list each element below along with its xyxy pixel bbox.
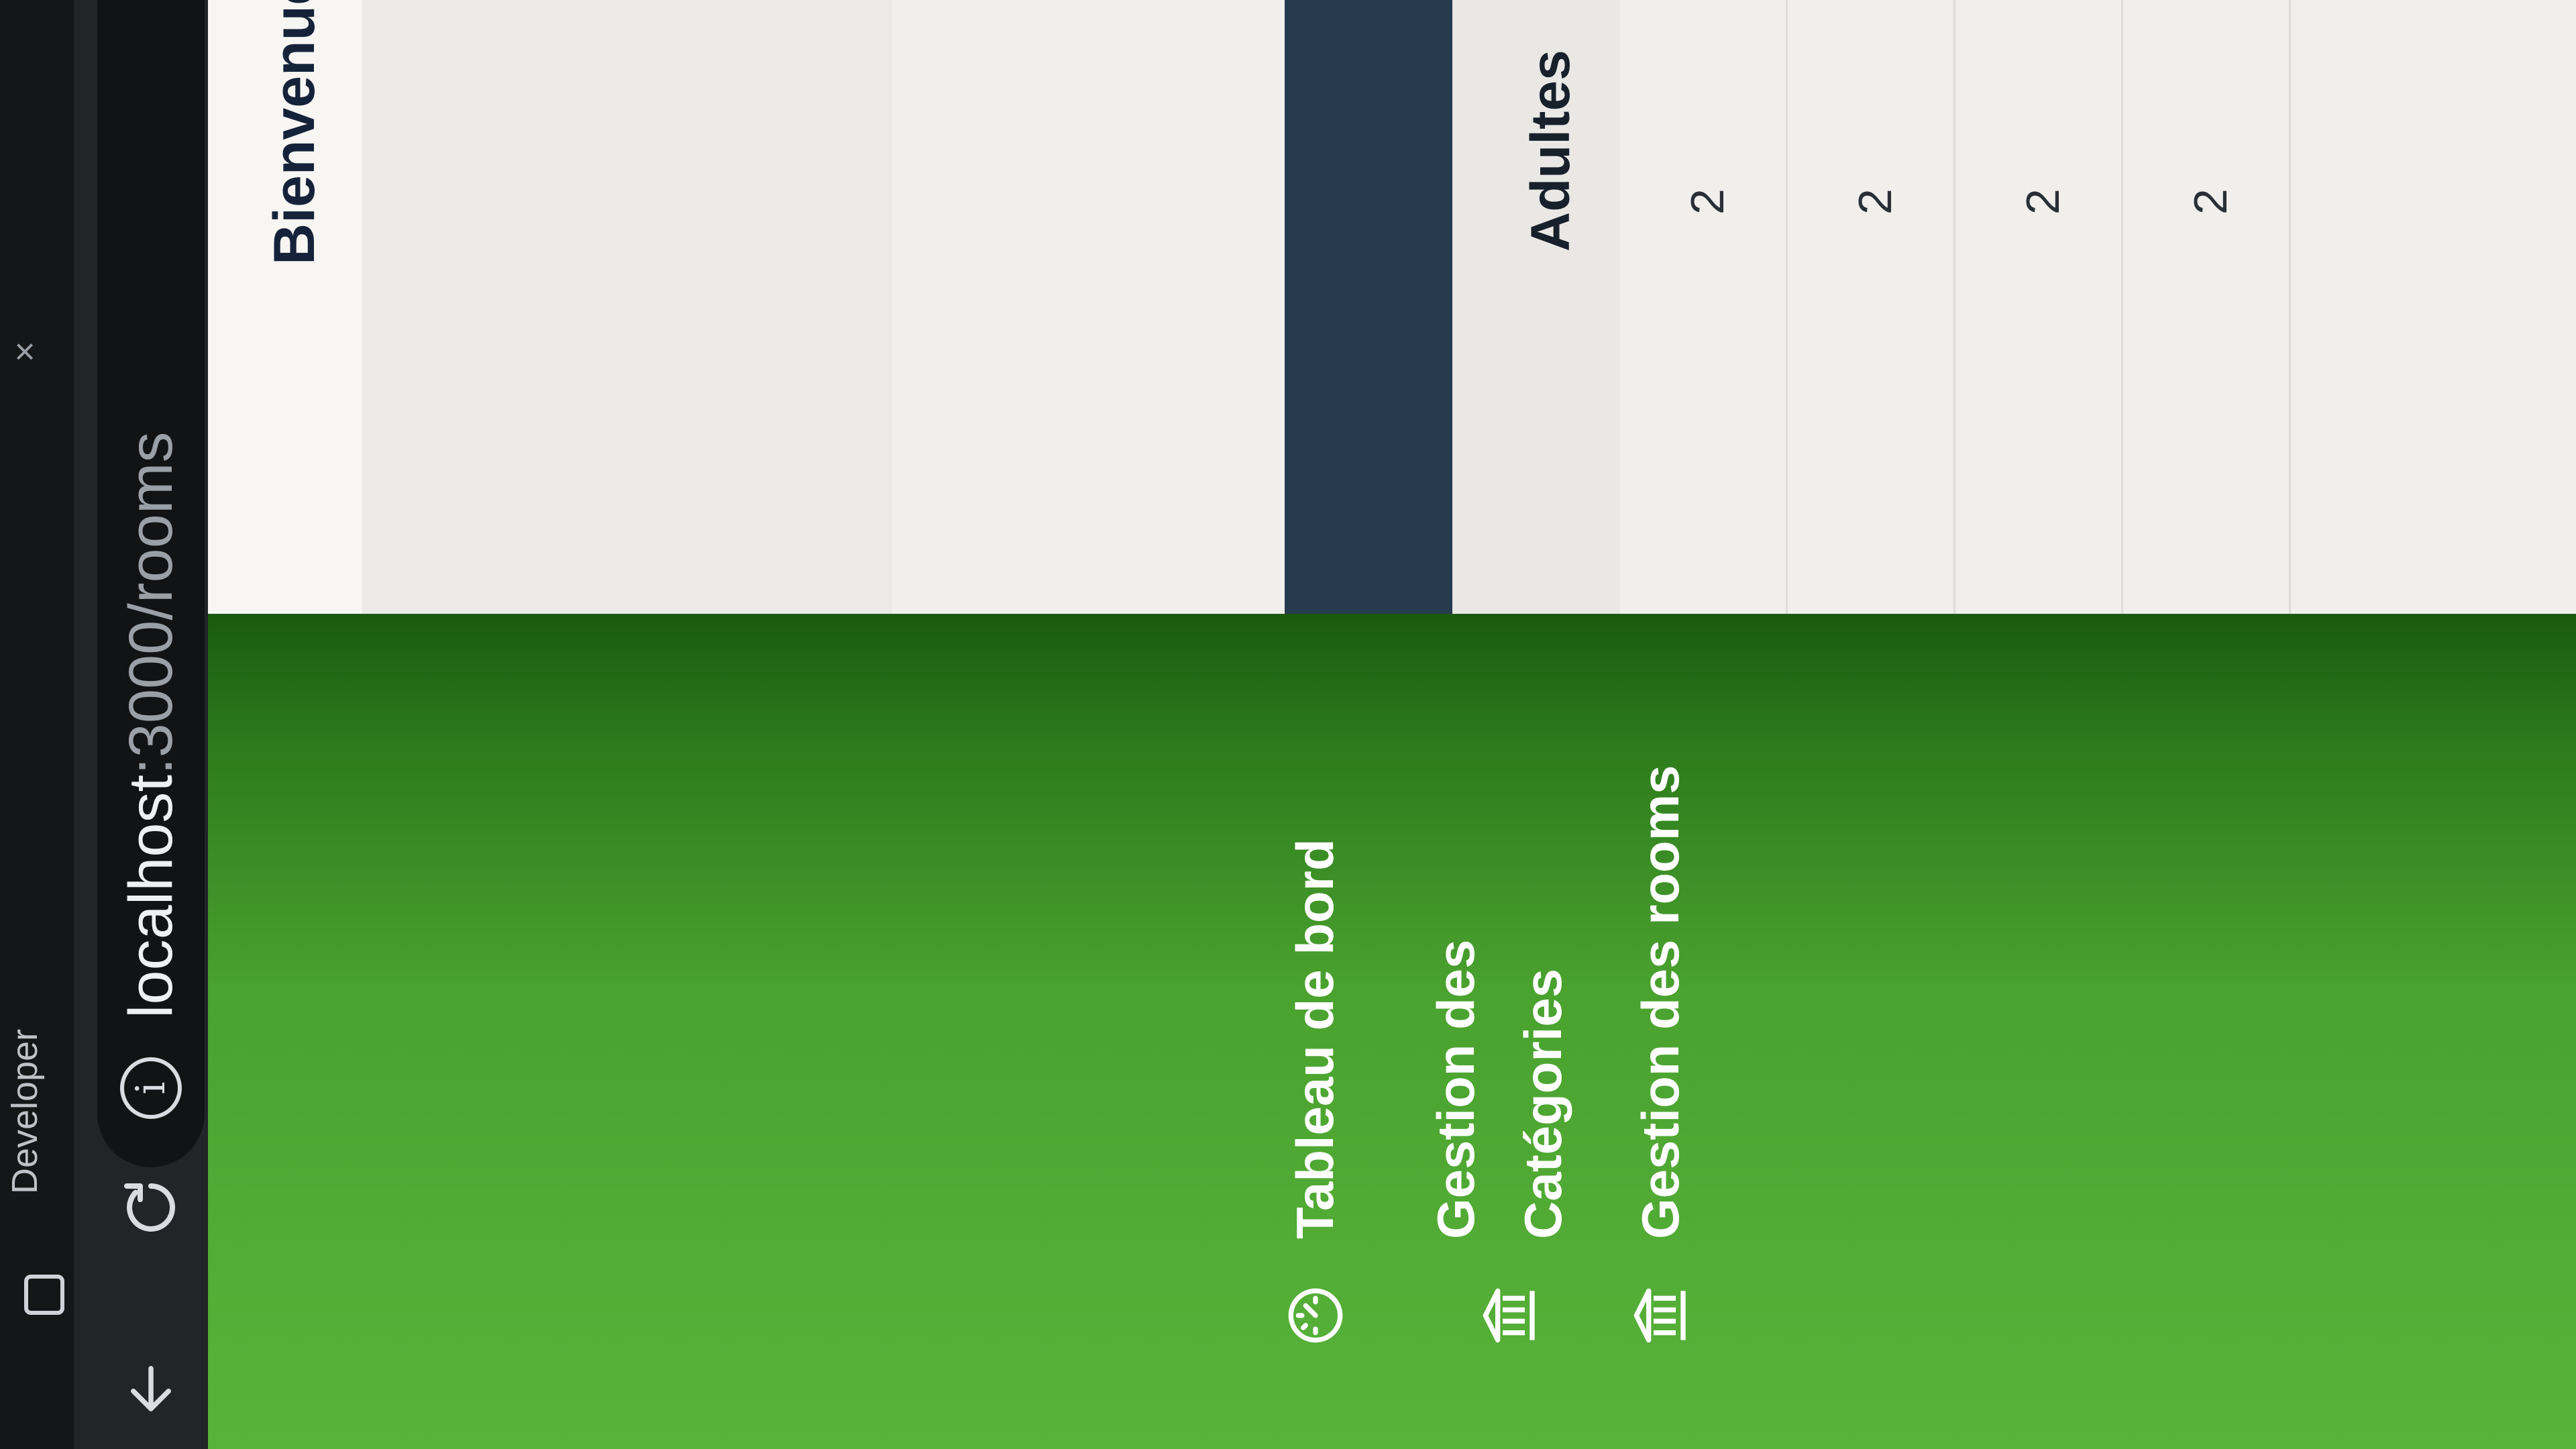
bank-icon [1481, 1286, 1540, 1345]
url-text[interactable]: localhost:3000/rooms [116, 432, 186, 1019]
browser-toolbar: i localhost:3000/rooms [74, 0, 208, 1449]
sidebar: Tableau de bord Gestion des Catégories G… [208, 614, 2576, 1449]
welcome-header: Bienvenue [208, 0, 362, 614]
arrow-left-icon [131, 1366, 171, 1411]
tab-icon [24, 1275, 64, 1315]
tab-strip: Developer × [0, 0, 74, 1449]
url-path: :3000/rooms [116, 431, 185, 775]
cell-adultes: 2 [1681, 189, 1733, 215]
cell-adultes: 2 [2184, 189, 2237, 215]
sidebar-item-categories[interactable]: Gestion des Catégories [1412, 837, 1587, 1449]
table-row[interactable]: 2 [1955, 0, 2123, 614]
sidebar-item-dashboard[interactable]: Tableau de bord [1271, 635, 1358, 1449]
bank-icon [1631, 1286, 1690, 1345]
tab-close-icon[interactable]: × [4, 341, 46, 362]
url-host: localhost [116, 774, 185, 1018]
sidebar-item-label: Gestion des Catégories [1426, 939, 1572, 1239]
reload-button[interactable] [114, 1171, 188, 1244]
page-title: Bienvenue [262, 0, 327, 265]
table-row[interactable]: 2 [1620, 0, 1788, 614]
reload-icon [124, 1183, 176, 1232]
address-bar[interactable]: i localhost:3000/rooms [97, 0, 205, 1167]
content-header-band [362, 0, 892, 614]
cell-adultes: 2 [1849, 189, 1901, 215]
column-header-adultes[interactable]: Adultes [1519, 50, 1582, 252]
table-row[interactable]: 2 [1788, 0, 1955, 614]
sidebar-item-label: Tableau de bord [1285, 839, 1344, 1239]
browser-window: Developer × i localhost:3000/rooms Table… [0, 0, 2576, 1449]
table-row[interactable]: 2 [2123, 0, 2291, 614]
info-icon[interactable]: i [120, 1057, 182, 1119]
sidebar-item-label: Gestion des rooms [1631, 765, 1690, 1240]
back-button[interactable] [114, 1352, 188, 1426]
sidebar-item-rooms[interactable]: Gestion des rooms [1617, 635, 1704, 1449]
tab-title[interactable]: Developer [4, 1029, 46, 1194]
gauge-icon [1286, 1286, 1345, 1345]
main-content: Bienvenue Adultes 2 2 2 2 [208, 0, 2576, 614]
table-header: Adultes [1452, 0, 1620, 614]
table-toolbar [1285, 0, 1452, 614]
cell-adultes: 2 [2017, 189, 2069, 215]
